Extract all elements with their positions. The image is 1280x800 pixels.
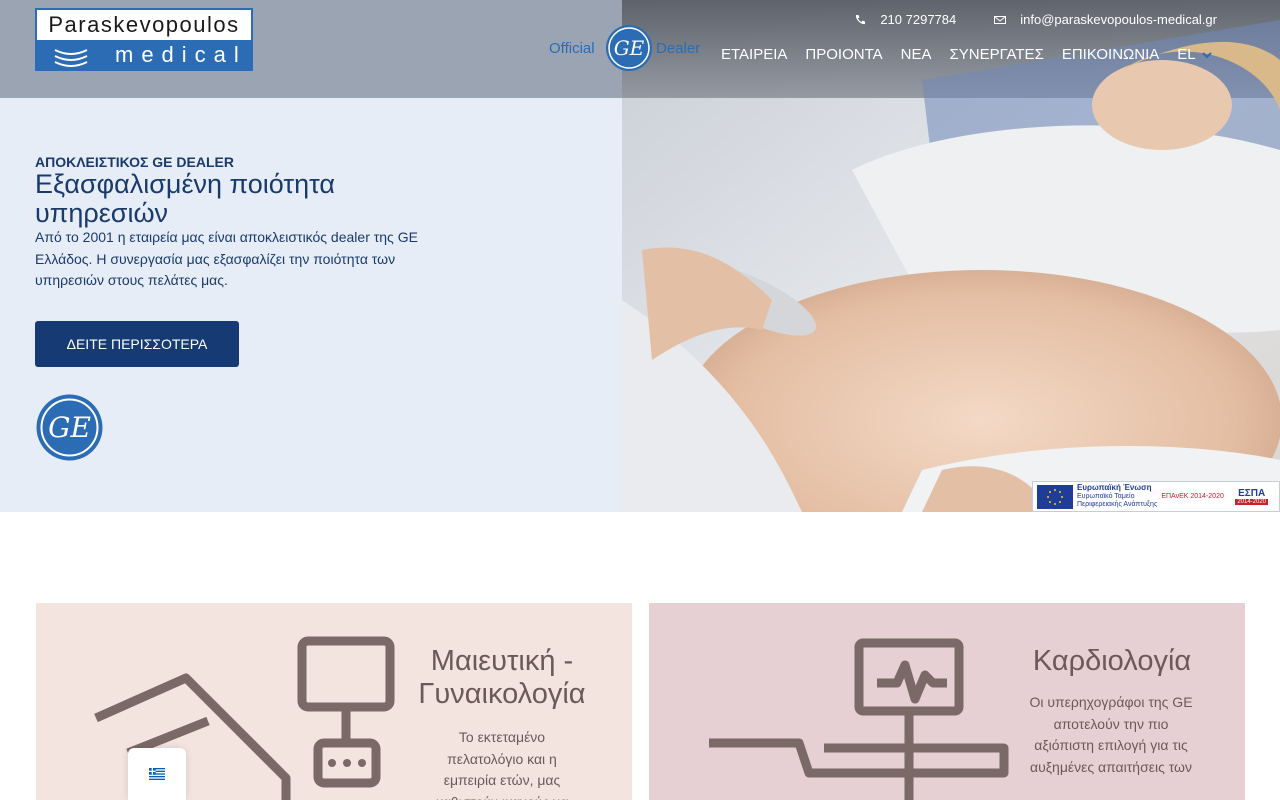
epanek-label: ΕΠΑνΕΚ 2014-2020 (1161, 493, 1224, 500)
language-label: EL (1177, 46, 1196, 63)
svg-text:GE: GE (48, 411, 91, 444)
espa-funding-banner[interactable]: Ευρωπαϊκή Ένωση Ευρωπαϊκό Ταμείο Περιφερ… (1032, 481, 1280, 512)
hero-section: Paraskevopoulos medical Official GE Deal… (0, 0, 1280, 512)
eu-sub2: Περιφερειακής Ανάπτυξης (1077, 501, 1158, 508)
eu-flag-icon (1037, 484, 1073, 509)
email-address[interactable]: info@paraskevopoulos-medical.gr (1020, 12, 1217, 27)
hero-kicker: ΑΠΟΚΛΕΙΣΤΙΚΟΣ GE DEALER (35, 154, 234, 170)
dealer-label: Dealer (656, 40, 701, 57)
nav-item-partners[interactable]: ΣΥΝΕΡΓΑΤΕΣ (950, 46, 1044, 63)
card-text: Οι υπερηχογράφοι της GE αποτελούν την πι… (1029, 694, 1193, 775)
see-more-button[interactable]: ΔΕΙΤΕ ΠΕΡΙΣΣΟΤΕΡΑ (35, 321, 239, 367)
contact-bar: 210 7297784 info@paraskevopoulos-medical… (854, 12, 1217, 27)
ultrasound-scene-image (622, 0, 1280, 512)
nav-item-products[interactable]: ΠΡΟΙΟΝΤΑ (805, 46, 882, 63)
card-title: Μαιευτική - Γυναικολογία (418, 645, 586, 710)
espa-logo-text: ΕΣΠΑ (1238, 488, 1266, 499)
sound-waves-icon (54, 49, 88, 67)
svg-text:GE: GE (614, 36, 645, 60)
hero-ultrasound-photo (622, 0, 1280, 512)
card-cardiology[interactable]: Καρδιολογία Οι υπερηχογράφοι της GE αποτ… (649, 603, 1245, 800)
hero-lead-text: Από το 2001 η εταιρεία μας είναι αποκλει… (35, 229, 418, 288)
card-text: Το εκτεταμένο πελατολόγιο και η εμπειρία… (436, 729, 568, 800)
chevron-down-icon (1201, 51, 1212, 58)
email-icon (994, 15, 1007, 24)
ge-logo-icon: GE (606, 25, 652, 71)
language-selector[interactable]: EL (1177, 46, 1212, 63)
nav-item-company[interactable]: ΕΤΑΙΡΕΙΑ (721, 46, 787, 63)
eu-fund-text: Ευρωπαϊκή Ένωση Ευρωπαϊκό Ταμείο Περιφερ… (1077, 484, 1157, 509)
espa-logo: ΕΣΠΑ 2014-2020 (1235, 488, 1269, 505)
nav-item-contact[interactable]: ΕΠΙΚΟΙΝΩΝΙΑ (1062, 46, 1159, 63)
official-ge-dealer-badge: Official GE Dealer (549, 24, 709, 74)
language-flag-switcher[interactable] (128, 748, 186, 800)
main-nav: ΕΤΑΙΡΕΙΑ ΠΡΟΙΟΝΤΑ ΝΕΑ ΣΥΝΕΡΓΑΤΕΣ ΕΠΙΚΟΙΝ… (721, 46, 1212, 63)
espa-years: 2014-2020 (1235, 499, 1269, 505)
logo-wordmark-top: Paraskevopoulos (37, 10, 251, 40)
eu-title: Ευρωπαϊκή Ένωση (1077, 483, 1152, 492)
phone-icon (856, 14, 866, 24)
phone-number[interactable]: 210 7297784 (880, 12, 956, 27)
card-obstetrics[interactable]: Μαιευτική - Γυναικολογία Το εκτεταμένο π… (36, 603, 632, 800)
ge-monogram-icon[interactable]: GE (36, 394, 103, 461)
official-label: Official (549, 40, 595, 57)
nav-item-news[interactable]: ΝΕΑ (901, 46, 932, 63)
eu-sub1: Ευρωπαϊκό Ταμείο (1077, 493, 1135, 500)
card-title: Καρδιολογία (1032, 645, 1192, 677)
hero-headline: Εξασφαλισμένη ποιότητα υπηρεσιών (35, 169, 336, 228)
company-logo[interactable]: Paraskevopoulos medical (35, 8, 253, 71)
greek-flag-icon (149, 768, 165, 780)
